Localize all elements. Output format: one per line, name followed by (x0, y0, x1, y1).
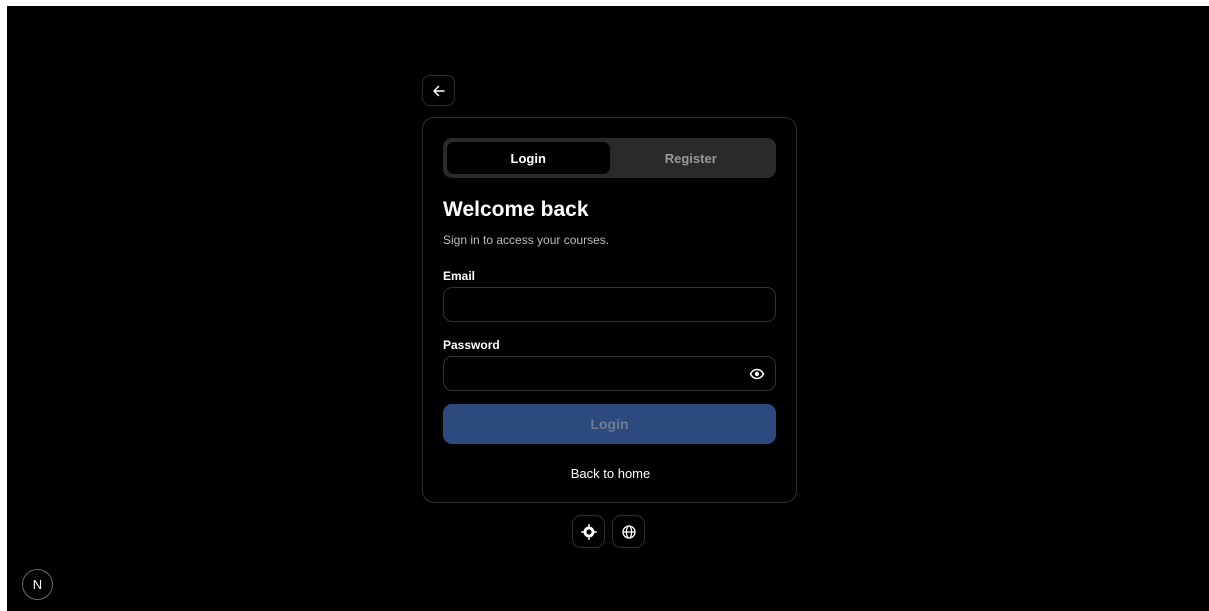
tab-login[interactable]: Login (447, 142, 610, 174)
login-button[interactable]: Login (443, 404, 776, 444)
theme-toggle-button[interactable] (572, 515, 605, 548)
email-label: Email (443, 269, 476, 283)
back-button[interactable] (422, 75, 455, 106)
password-label: Password (443, 338, 500, 352)
language-button[interactable] (612, 515, 645, 548)
globe-icon (621, 524, 636, 539)
tab-register[interactable]: Register (610, 142, 773, 174)
dev-indicator-badge[interactable]: N (22, 569, 53, 600)
password-field[interactable] (444, 357, 775, 390)
arrow-left-icon (432, 85, 445, 96)
password-field-wrapper (443, 356, 776, 391)
eye-icon[interactable] (749, 366, 765, 382)
page-title: Welcome back (443, 198, 589, 221)
app-viewport: Login Register Welcome back Sign in to a… (7, 6, 1209, 611)
email-field-wrapper (443, 287, 776, 322)
page-subtitle: Sign in to access your courses. (443, 233, 610, 247)
sun-icon (580, 523, 597, 540)
auth-tabs: Login Register (443, 138, 776, 178)
email-field[interactable] (444, 288, 775, 321)
auth-card: Login Register Welcome back Sign in to a… (422, 117, 797, 503)
back-to-home-link[interactable]: Back to home (423, 466, 798, 481)
